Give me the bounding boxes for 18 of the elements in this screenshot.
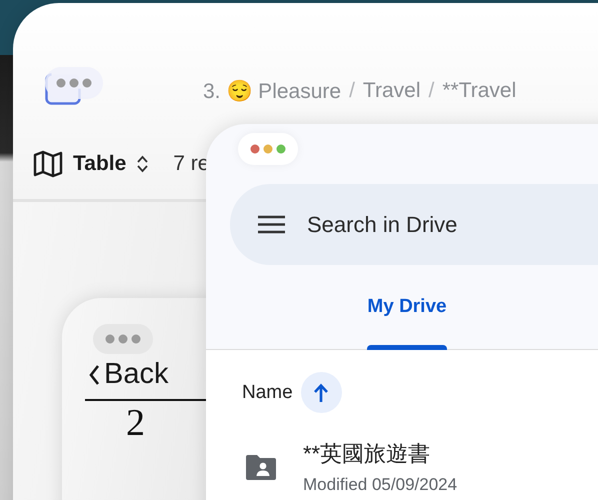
column-header[interactable]: Name [242, 382, 293, 404]
arrow-up-icon [313, 382, 330, 402]
sort-button[interactable] [300, 372, 342, 413]
search-field[interactable]: Search in Drive [307, 212, 567, 238]
chevron-left-icon[interactable] [88, 364, 100, 386]
breadcrumb-separator: / [428, 79, 434, 103]
breadcrumb-separator: / [349, 79, 355, 103]
tab[interactable]: My Drive [352, 265, 462, 349]
file-name[interactable]: **英國旅遊書 [303, 439, 458, 469]
fraction-denominator: 2 [126, 401, 145, 445]
shared-folder-icon [246, 454, 276, 480]
view-label[interactable]: Table [73, 152, 126, 176]
chevron-updown-icon[interactable] [136, 155, 150, 173]
window-controls-icon[interactable] [250, 144, 286, 154]
back-link[interactable]: Back [104, 358, 168, 391]
map-icon[interactable] [33, 150, 63, 178]
modified-date: Modified 05/09/2024 [303, 475, 458, 495]
menu-icon[interactable] [258, 215, 285, 234]
